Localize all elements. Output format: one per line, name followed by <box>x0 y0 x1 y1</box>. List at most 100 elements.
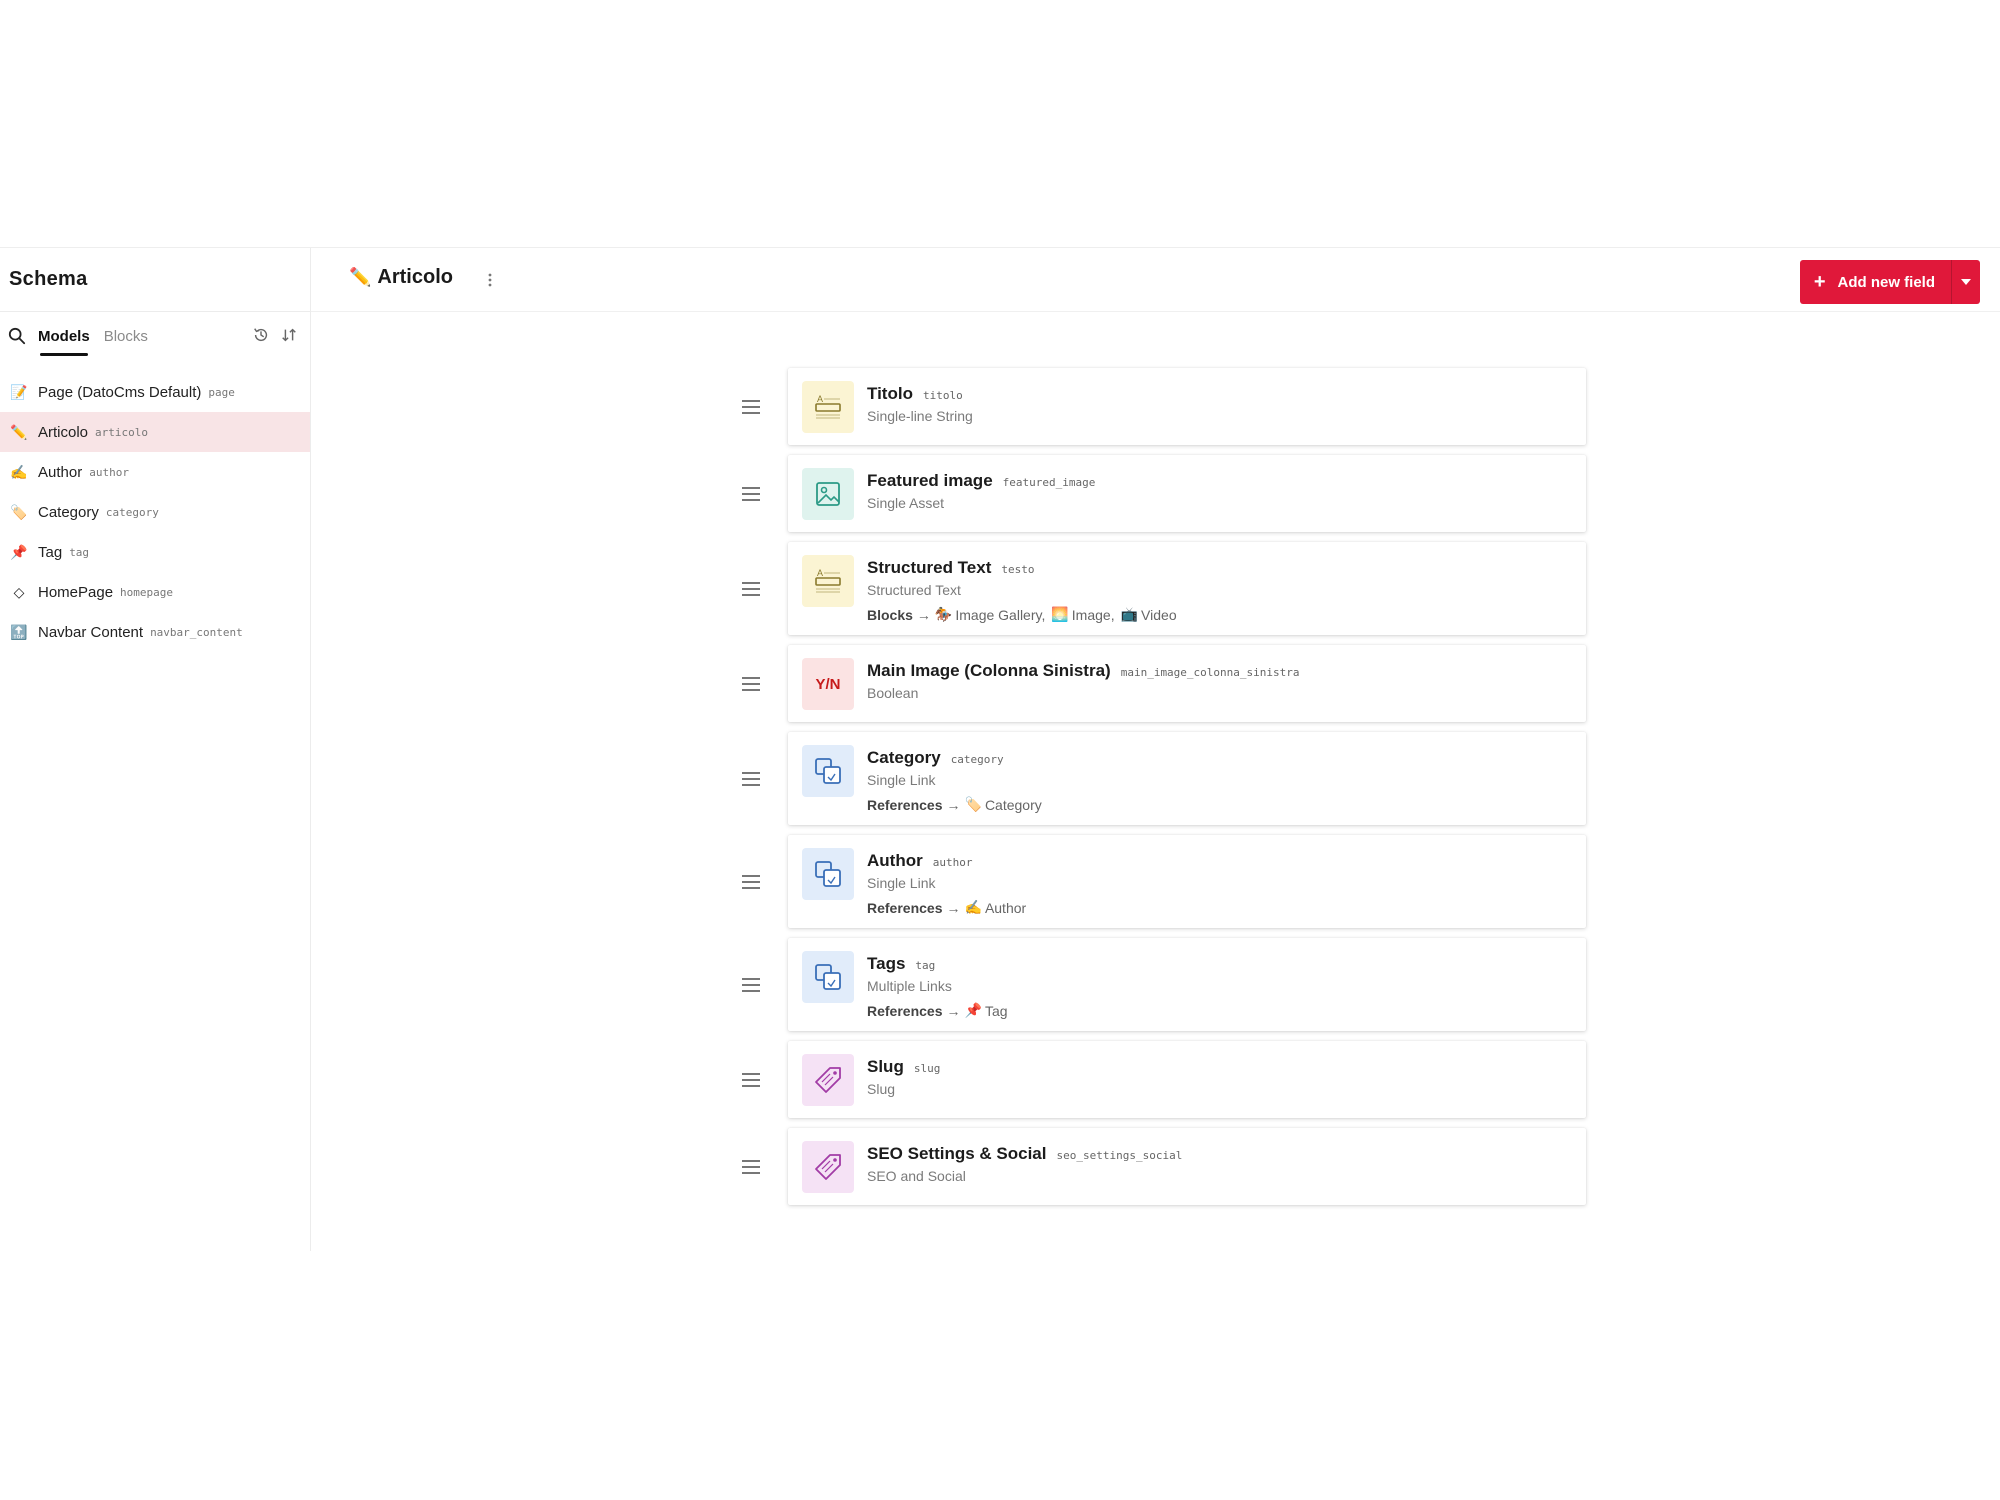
field-type-icon-box <box>802 468 854 520</box>
model-name: Navbar Content <box>38 623 144 641</box>
relation-keyword: Blocks <box>867 606 913 623</box>
sidebar-item-category[interactable]: 🏷️ Category category <box>0 492 310 532</box>
arrow-right-icon: → <box>916 606 931 623</box>
field-type: Boolean <box>867 685 919 701</box>
sidebar-item-author[interactable]: ✍️ Author author <box>0 452 310 492</box>
field-type-icon-box: A <box>802 555 854 607</box>
field-type-icon-box <box>802 848 854 900</box>
model-title: Articolo <box>377 266 453 288</box>
field-type-icon-box <box>802 1141 854 1193</box>
model-api-key: author <box>89 465 129 479</box>
field-type: Single Link <box>867 772 936 788</box>
field-heading: Category category <box>867 748 1048 768</box>
sidebar-title: Schema <box>0 248 310 312</box>
model-name: Page (DatoCms Default) <box>38 383 202 401</box>
drag-handle-icon[interactable] <box>741 1071 761 1089</box>
field-card-main_image_colonna_sinistra[interactable]: Y/N Main Image (Colonna Sinistra) main_ima… <box>788 645 1586 722</box>
field-info: Tags tag Multiple Links References → 📌 Tag <box>867 950 1014 1019</box>
field-type-icon-box <box>802 1054 854 1106</box>
drag-handle-icon[interactable] <box>741 485 761 503</box>
field-type-icon-box <box>802 951 854 1003</box>
related-item-emoji-icon: 🌅 <box>1051 606 1069 622</box>
field-card-author[interactable]: Author author Single Link References → ✍️ Auth… <box>788 835 1586 928</box>
sidebar-item-homepage[interactable]: ◇ HomePage homepage <box>0 572 310 612</box>
field-info: Slug slug Slug <box>867 1053 940 1097</box>
field-heading: Structured Text testo <box>867 558 1183 578</box>
field-info: SEO Settings & Social seo_settings_social… <box>867 1140 1182 1184</box>
relation-keyword: References <box>867 796 943 813</box>
add-field-dropdown-button[interactable] <box>1952 260 1980 304</box>
field-api-key: titolo <box>922 389 963 402</box>
model-name: Author <box>38 463 83 481</box>
sidebar-item-navbar_content[interactable]: 🔝 Navbar Content navbar_content <box>0 612 310 652</box>
field-heading: Titolo titolo <box>867 384 973 404</box>
field-card-featured_image[interactable]: Featured image featured_image Single Asset <box>788 455 1586 532</box>
model-name: HomePage <box>38 583 114 601</box>
field-api-key: author <box>932 856 973 869</box>
related-item-label: Image, <box>1071 606 1115 623</box>
field-card-tag[interactable]: Tags tag Multiple Links References → 📌 Tag <box>788 938 1586 1031</box>
model-api-key: tag <box>69 545 90 559</box>
field-api-key: featured_image <box>1002 476 1096 489</box>
sort-icon[interactable] <box>280 326 298 344</box>
drag-handle-icon[interactable] <box>741 1158 761 1176</box>
related-item-label: Image Gallery, <box>955 606 1046 623</box>
field-type: SEO and Social <box>867 1168 966 1184</box>
field-row: Y/N Main Image (Colonna Sinistra) main_ima… <box>741 645 1621 722</box>
history-icon[interactable] <box>252 326 270 344</box>
more-options-icon[interactable] <box>483 270 497 290</box>
drag-handle-icon[interactable] <box>741 976 761 994</box>
model-name: Articolo <box>38 423 89 441</box>
field-label: Featured image <box>867 471 993 490</box>
field-heading: Featured image featured_image <box>867 471 1095 491</box>
image-icon <box>816 482 840 506</box>
sidebar: Schema Models Blocks 📝 Page (DatoCms Def… <box>0 248 311 1251</box>
field-api-key: slug <box>913 1062 941 1075</box>
drag-handle-icon[interactable] <box>741 398 761 416</box>
seo-tag-icon <box>815 1154 841 1180</box>
text-field-icon: A <box>815 568 841 593</box>
field-label: Titolo <box>867 384 913 403</box>
related-item-emoji-icon: 🏷️ <box>964 796 982 812</box>
drag-handle-icon[interactable] <box>741 873 761 891</box>
field-heading: Author author <box>867 851 1032 871</box>
field-label: Structured Text <box>867 558 992 577</box>
related-item-emoji-icon: 📌 <box>964 1002 982 1018</box>
model-name: Category <box>38 503 99 521</box>
model-api-key: category <box>105 505 159 519</box>
field-card-titolo[interactable]: A Titolo titolo Single-line String <box>788 368 1586 445</box>
add-new-field-button[interactable]: + Add new field <box>1799 260 1952 304</box>
field-info: Titolo titolo Single-line String <box>867 380 973 424</box>
tab-blocks[interactable]: Blocks <box>104 312 148 360</box>
tab-models[interactable]: Models <box>38 312 90 360</box>
field-row: A Titolo titolo Single-line String <box>741 368 1621 445</box>
field-row: Category category Single Link References → 🏷️… <box>741 732 1621 825</box>
field-list: A Titolo titolo Single-line String Feature… <box>741 368 1621 1215</box>
model-name: Tag <box>38 543 63 561</box>
field-card-slug[interactable]: Slug slug Slug <box>788 1041 1586 1118</box>
field-label: Slug <box>867 1057 904 1076</box>
page-title: ✏️ Articolo <box>349 266 453 289</box>
field-card-category[interactable]: Category category Single Link References → 🏷️… <box>788 732 1586 825</box>
field-card-seo_settings_social[interactable]: SEO Settings & Social seo_settings_social… <box>788 1128 1586 1205</box>
sidebar-item-tag[interactable]: 📌 Tag tag <box>0 532 310 572</box>
model-emoji-icon: ◇ <box>13 583 25 600</box>
drag-handle-icon[interactable] <box>741 580 761 598</box>
field-card-testo[interactable]: A Structured Text testo Structured Text Blo… <box>788 542 1586 635</box>
field-type: Slug <box>867 1081 896 1097</box>
sidebar-tabs: Models Blocks <box>0 312 310 360</box>
field-relations: Blocks → 🏇 Image Gallery, 🌅 Image, 📺 Video <box>867 606 1183 623</box>
drag-handle-icon[interactable] <box>741 675 761 693</box>
field-info: Structured Text testo Structured Text Block… <box>867 554 1183 623</box>
field-info: Category category Single Link References → 🏷️… <box>867 744 1048 813</box>
field-type: Single-line String <box>867 408 973 424</box>
drag-handle-icon[interactable] <box>741 770 761 788</box>
field-heading: Main Image (Colonna Sinistra) main_image_… <box>867 661 1300 681</box>
search-icon[interactable] <box>8 327 26 345</box>
sidebar-item-page[interactable]: 📝 Page (DatoCms Default) page <box>0 372 310 412</box>
field-api-key: main_image_colonna_sinistra <box>1120 666 1300 679</box>
field-type: Structured Text <box>867 582 961 598</box>
sidebar-item-articolo[interactable]: ✏️ Articolo articolo <box>0 412 310 452</box>
svg-text:A: A <box>817 568 823 578</box>
field-api-key: tag <box>915 959 936 972</box>
